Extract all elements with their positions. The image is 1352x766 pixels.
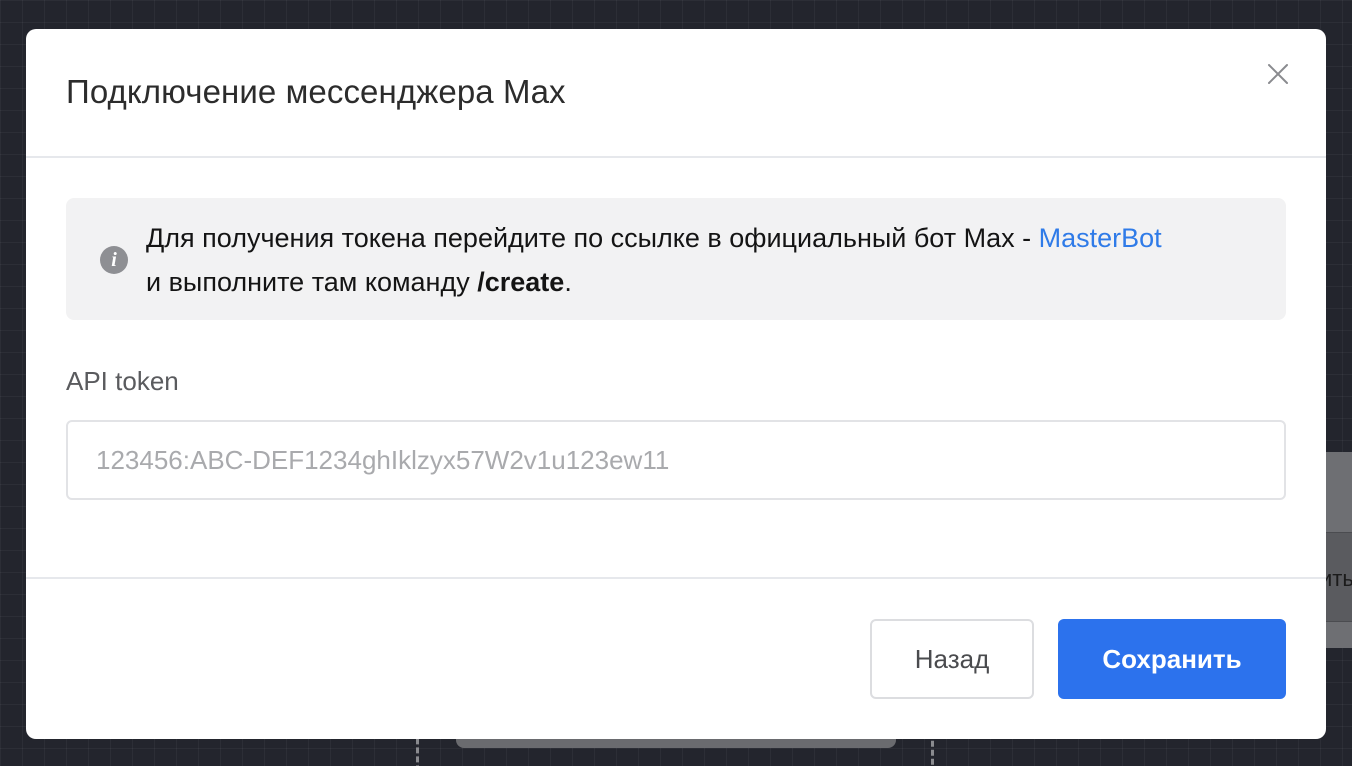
- dialog-footer: Назад Сохранить: [26, 577, 1326, 739]
- close-icon-glyph: [1268, 64, 1288, 84]
- info-callout: i Для получения токена перейдите по ссыл…: [66, 198, 1286, 320]
- api-token-input[interactable]: [66, 420, 1286, 500]
- back-button[interactable]: Назад: [870, 619, 1034, 699]
- masterbot-link[interactable]: MasterBot: [1039, 223, 1162, 253]
- info-text: Для получения токена перейдите по ссылке…: [146, 216, 1256, 304]
- close-icon[interactable]: [1264, 60, 1292, 88]
- save-button[interactable]: Сохранить: [1058, 619, 1286, 699]
- connect-max-dialog: Подключение мессенджера Max i Для получе…: [26, 29, 1326, 739]
- api-token-label: API token: [66, 366, 179, 396]
- info-text-end: .: [564, 267, 572, 297]
- info-icon: i: [100, 246, 128, 274]
- info-text-part: Для получения токена перейдите по ссылке…: [146, 223, 1039, 253]
- dialog-title: Подключение мессенджера Max: [66, 73, 566, 110]
- dialog-header: Подключение мессенджера Max: [26, 29, 1326, 158]
- info-text-part: и выполните там команду: [146, 267, 478, 297]
- dialog-body: i Для получения токена перейдите по ссыл…: [26, 158, 1326, 578]
- create-command: /create: [477, 267, 565, 297]
